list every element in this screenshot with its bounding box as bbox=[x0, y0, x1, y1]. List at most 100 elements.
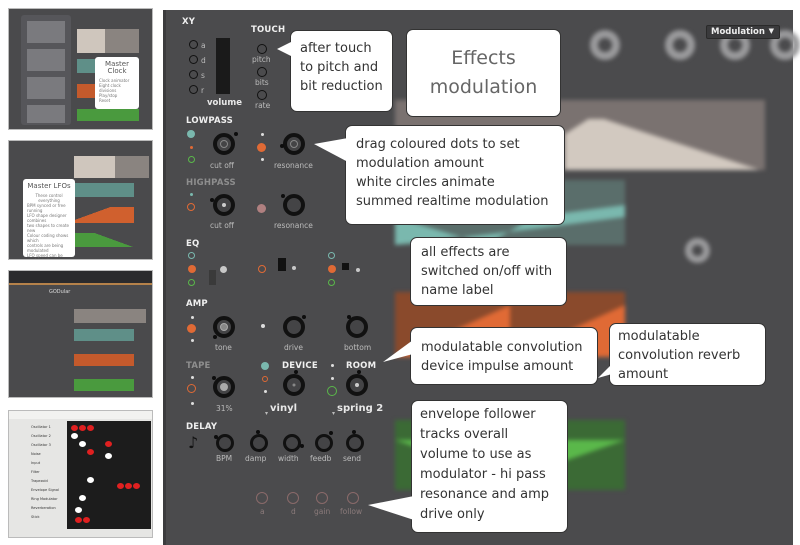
row-label: Filter bbox=[31, 470, 40, 474]
device-mod-teal[interactable] bbox=[261, 362, 269, 370]
delay-bpm-knob[interactable] bbox=[214, 434, 234, 452]
env-gain-knob[interactable] bbox=[316, 492, 328, 504]
device-mod-orange[interactable] bbox=[262, 376, 268, 382]
row-label: Trapezoid bbox=[31, 479, 48, 483]
callout-touch: after touch to pitch and bit reduction bbox=[277, 30, 393, 112]
room-knob[interactable] bbox=[346, 370, 368, 396]
thumbnail-full-instrument[interactable]: GODular bbox=[8, 270, 153, 398]
adsr-knob-s[interactable] bbox=[189, 70, 198, 79]
volume-fader[interactable] bbox=[216, 38, 230, 94]
callout-tail bbox=[368, 496, 414, 520]
eq-high-mod-orange[interactable] bbox=[328, 265, 336, 273]
drive-knob[interactable] bbox=[283, 315, 306, 338]
lfo-teal bbox=[74, 183, 134, 197]
device-select[interactable]: vinyl bbox=[270, 403, 297, 414]
lowpass-cutoff-knob[interactable] bbox=[213, 132, 238, 155]
eq-high-mod-green[interactable] bbox=[328, 279, 335, 286]
step-sequencer bbox=[77, 29, 139, 53]
adsr-knob-r[interactable] bbox=[189, 85, 198, 94]
delay-send-knob[interactable] bbox=[346, 430, 364, 452]
xy-label[interactable]: XY bbox=[182, 17, 195, 27]
callout-subtitle: These control everything bbox=[35, 193, 63, 203]
device-label[interactable]: DEVICE bbox=[282, 361, 318, 371]
eq-low-mod-orange[interactable] bbox=[188, 265, 196, 273]
eq-low-mod-teal[interactable] bbox=[188, 252, 195, 259]
chevron-down-icon: ▼ bbox=[768, 27, 774, 35]
thumbnail-master-clock[interactable]: Master Clock Clock animator Eight clock … bbox=[8, 8, 153, 130]
highpass-res-mod-dot-pink[interactable] bbox=[257, 204, 266, 213]
env-d-label: d bbox=[291, 507, 296, 516]
highpass-mod-dot-teal[interactable] bbox=[190, 193, 193, 196]
lowpass-mod-dot-green[interactable] bbox=[188, 156, 195, 163]
mod-indicator bbox=[261, 158, 264, 161]
delay-width-knob[interactable] bbox=[283, 434, 304, 452]
highpass-resonance-knob[interactable] bbox=[281, 194, 305, 216]
modulation-dropdown[interactable]: Modulation ▼ bbox=[706, 25, 780, 39]
eq-low-slider[interactable] bbox=[209, 270, 216, 285]
matrix-row-labels: Oscillator 1 Oscillator 2 Oscillator 3 N… bbox=[11, 423, 63, 529]
callout-tail bbox=[598, 364, 612, 378]
delay-damp-knob[interactable] bbox=[250, 430, 268, 452]
callout-line: summed realtime modulation bbox=[356, 194, 549, 209]
eq-label[interactable]: EQ bbox=[186, 239, 199, 249]
callout-line: switched on/off with bbox=[421, 264, 553, 279]
adsr-knob-d[interactable] bbox=[189, 55, 198, 64]
amp-tone-mod-orange[interactable] bbox=[187, 324, 196, 333]
bits-knob[interactable] bbox=[257, 67, 267, 77]
lowpass-res-mod-dot-orange[interactable] bbox=[257, 143, 266, 152]
delay-label[interactable]: DELAY bbox=[186, 422, 217, 432]
eq-low-mod-indicator bbox=[220, 266, 227, 273]
room-label[interactable]: ROOM bbox=[346, 361, 376, 371]
thumbnail-patch-matrix[interactable]: Oscillator 1 Oscillator 2 Oscillator 3 N… bbox=[8, 410, 153, 538]
device-knob[interactable] bbox=[283, 370, 305, 396]
eq-low-mod-green[interactable] bbox=[188, 279, 195, 286]
rate-knob[interactable] bbox=[257, 90, 267, 100]
pitch-knob[interactable] bbox=[257, 44, 267, 54]
mod-indicator bbox=[191, 402, 194, 405]
row-label: Reverberation bbox=[31, 506, 56, 510]
lowpass-mod-dot-orange[interactable] bbox=[190, 146, 193, 149]
callout-line: volume to use as bbox=[420, 447, 532, 462]
room-dropdown-arrow[interactable]: ▾ bbox=[332, 410, 335, 417]
env-d-knob[interactable] bbox=[287, 492, 299, 504]
eq-mid-mod-orange[interactable] bbox=[258, 265, 266, 273]
adsr-knob-a[interactable] bbox=[189, 40, 198, 49]
eq-mid-slider[interactable] bbox=[278, 258, 286, 271]
callout-title-text: Effects modulation bbox=[429, 47, 538, 98]
tone-knob[interactable] bbox=[213, 316, 235, 339]
patch-pin-white bbox=[71, 433, 78, 439]
env-follow-knob[interactable] bbox=[347, 492, 359, 504]
callout-line: convolution reverb bbox=[618, 348, 741, 363]
delay-damp-label: damp bbox=[245, 454, 267, 463]
highpass-label[interactable]: HIGHPASS bbox=[186, 178, 236, 188]
callout-title: Master LFOs bbox=[27, 182, 71, 190]
eighth-note-icon[interactable]: ♪ bbox=[188, 433, 198, 452]
callout-touch-text: after touch to pitch and bit reduction bbox=[300, 41, 383, 94]
step-sequencer bbox=[74, 309, 146, 323]
lowpass-label[interactable]: LOWPASS bbox=[186, 116, 233, 126]
eq-high-slider[interactable] bbox=[342, 263, 349, 270]
bottom-knob[interactable] bbox=[346, 315, 368, 338]
room-select[interactable]: spring 2 bbox=[337, 403, 383, 414]
callout-line: modulator - hi pass bbox=[420, 467, 546, 482]
highpass-cutoff-knob[interactable] bbox=[210, 194, 235, 216]
thumbnail-master-lfos[interactable]: Master LFOs These control everything BPM… bbox=[8, 140, 153, 260]
highpass-mod-dot-orange[interactable] bbox=[187, 203, 195, 211]
amp-label[interactable]: AMP bbox=[186, 299, 208, 309]
lowpass-resonance-knob[interactable] bbox=[280, 133, 305, 155]
adsr-label-s: s bbox=[201, 71, 205, 80]
room-mod-green[interactable] bbox=[327, 386, 337, 396]
patch-pin-red bbox=[133, 483, 140, 489]
device-dropdown-arrow[interactable]: ▾ bbox=[265, 410, 268, 417]
tape-mod-orange[interactable] bbox=[187, 384, 196, 393]
callout-tail bbox=[383, 340, 413, 362]
patch-pin-red bbox=[87, 449, 94, 455]
tape-label[interactable]: TAPE bbox=[186, 361, 211, 371]
lowpass-mod-dot-teal[interactable] bbox=[187, 130, 195, 138]
delay-feedb-knob[interactable] bbox=[315, 431, 333, 452]
tape-knob[interactable] bbox=[212, 376, 235, 398]
touch-label[interactable]: TOUCH bbox=[251, 25, 285, 35]
env-a-knob[interactable] bbox=[256, 492, 268, 504]
instrument-title: GODular bbox=[49, 289, 71, 295]
eq-high-mod-teal[interactable] bbox=[328, 252, 335, 259]
